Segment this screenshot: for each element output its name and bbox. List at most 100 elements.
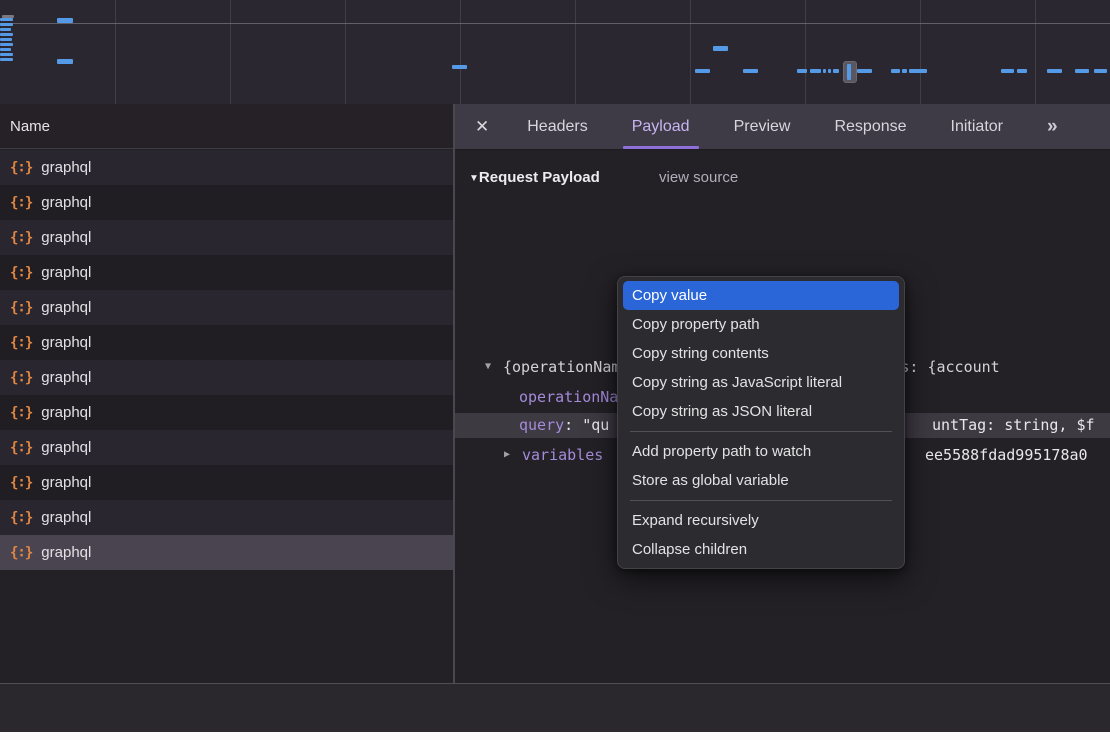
request-row[interactable]: {∶}graphql xyxy=(0,150,453,185)
request-row[interactable]: {∶} graphql xyxy=(0,430,453,465)
request-timing-bar xyxy=(797,69,807,73)
request-name-label: graphql xyxy=(41,264,91,281)
request-row[interactable]: {∶} graphql xyxy=(0,395,453,430)
close-icon[interactable]: ✕ xyxy=(475,117,489,137)
request-timing-bar xyxy=(0,48,11,51)
json-braces-icon: {∶} xyxy=(10,265,32,281)
menu-item-copy-string-contents[interactable]: Copy string contents xyxy=(618,339,904,368)
json-braces-icon: {∶} xyxy=(10,510,32,526)
request-timing-bar xyxy=(0,43,13,46)
expander-right-icon[interactable]: ▶ xyxy=(504,443,510,467)
request-timing-bar xyxy=(1017,69,1027,73)
request-timing-bar xyxy=(833,69,839,73)
menu-divider xyxy=(630,431,892,432)
request-timing-bar xyxy=(857,69,872,73)
json-braces-icon: {∶} xyxy=(10,370,32,386)
request-timing-bar xyxy=(810,69,821,73)
request-timing-bar xyxy=(0,58,13,61)
overview-gridline xyxy=(575,0,576,104)
request-timing-bar xyxy=(0,53,13,56)
view-source-link[interactable]: view source xyxy=(659,166,738,190)
request-timing-bar xyxy=(909,69,927,73)
property-value-start: "qu xyxy=(582,416,609,434)
tab-response[interactable]: Response xyxy=(834,104,906,149)
request-payload-heading[interactable]: ▼Request Payload xyxy=(469,166,600,191)
request-name-label: graphql xyxy=(41,299,91,316)
request-name-label: graphql xyxy=(41,509,91,526)
overview-gridline xyxy=(460,0,461,104)
json-braces-icon: {∶} xyxy=(10,230,32,246)
request-name-label: graphql xyxy=(41,194,91,211)
request-timing-bar xyxy=(1075,69,1089,73)
overview-gridline xyxy=(345,0,346,104)
overview-gridline xyxy=(690,0,691,104)
screenshot-bottom-edge xyxy=(0,732,1110,740)
request-row[interactable]: {∶} graphql xyxy=(0,220,453,255)
request-row[interactable]: {∶} graphql xyxy=(0,465,453,500)
tab-headers[interactable]: Headers xyxy=(527,104,587,149)
request-row[interactable]: {∶} graphql xyxy=(0,535,453,570)
request-row[interactable]: {∶} graphql xyxy=(0,185,453,220)
request-name-label: graphql xyxy=(41,229,91,246)
request-name-label: graphql xyxy=(41,334,91,351)
request-timing-bar xyxy=(0,18,13,21)
json-braces-icon: {∶} xyxy=(10,195,32,211)
menu-item-copy-string-as-javascript-literal[interactable]: Copy string as JavaScript literal xyxy=(618,368,904,397)
json-braces-icon: {∶} xyxy=(10,335,32,351)
devtools-network-panel: Name {∶} graphql {∶} graphql {∶} graphql {∶} gr… xyxy=(0,0,1110,740)
request-timing-bar xyxy=(695,69,710,73)
tab-initiator[interactable]: Initiator xyxy=(951,104,1003,149)
menu-item-copy-string-as-json-literal[interactable]: Copy string as JSON literal xyxy=(618,397,904,426)
tab-preview[interactable]: Preview xyxy=(734,104,791,149)
request-timing-bar xyxy=(0,23,13,26)
request-timing-bar xyxy=(828,69,831,73)
request-timing-bar xyxy=(823,69,826,73)
overflow-chevrons-icon[interactable]: » xyxy=(1047,116,1057,138)
selected-request-marker xyxy=(843,61,857,83)
request-name-label: graphql xyxy=(41,474,91,491)
request-name-label: graphql xyxy=(41,439,91,456)
menu-divider xyxy=(630,500,892,501)
overview-gridline xyxy=(1035,0,1036,104)
request-timing-bar xyxy=(57,18,73,23)
request-row[interactable]: {∶} graphql xyxy=(0,360,453,395)
json-braces-icon: {∶} xyxy=(10,475,32,491)
request-timing-bar xyxy=(0,28,11,31)
request-row[interactable]: {∶} graphql xyxy=(0,500,453,535)
overview-gridline xyxy=(920,0,921,104)
request-timing-bar xyxy=(713,46,728,51)
menu-item-collapse-children[interactable]: Collapse children xyxy=(618,535,904,564)
request-row[interactable]: {∶}graphql xyxy=(0,290,453,325)
menu-item-copy-value[interactable]: Copy value xyxy=(623,281,899,310)
property-key: query xyxy=(519,416,564,434)
menu-item-copy-property-path[interactable]: Copy property path xyxy=(618,310,904,339)
request-timing-bar xyxy=(0,38,12,41)
json-braces-icon: {∶} xyxy=(10,440,32,456)
menu-item-expand-recursively[interactable]: Expand recursively xyxy=(618,506,904,535)
json-braces-icon: {∶} xyxy=(10,160,32,176)
name-column-label: Name xyxy=(10,118,50,135)
request-name-label: graphql xyxy=(41,369,91,386)
network-overview-waterfall[interactable] xyxy=(0,0,1110,105)
section-expander-icon[interactable]: ▼ xyxy=(469,173,479,184)
request-timing-bar xyxy=(57,59,73,64)
variables-value-fragment: ee5588fdad995178a0 xyxy=(925,443,1088,467)
request-name-label: graphql xyxy=(41,404,91,421)
detail-tab-bar: ✕ Headers Payload Preview Response Initiator… xyxy=(455,104,1110,150)
expander-down-icon[interactable]: ▼ xyxy=(485,355,491,379)
request-row[interactable]: {∶} graphql xyxy=(0,325,453,360)
name-column-header[interactable]: Name xyxy=(0,104,453,149)
menu-item-add-property-path-to-watch[interactable]: Add property path to watch xyxy=(618,437,904,466)
context-menu: Copy valueCopy property pathCopy string … xyxy=(617,276,905,569)
status-bar xyxy=(0,684,1110,732)
request-timing-bar xyxy=(452,65,467,69)
json-braces-icon: {∶} xyxy=(10,545,32,561)
tab-payload[interactable]: Payload xyxy=(632,104,690,149)
json-braces-icon: {∶} xyxy=(10,405,32,421)
request-row[interactable]: {∶} graphql xyxy=(0,255,453,290)
request-name-label: graphql xyxy=(41,544,91,561)
request-timing-bar xyxy=(743,69,758,73)
menu-item-store-as-global-variable[interactable]: Store as global variable xyxy=(618,466,904,495)
query-value-fragment: untTag: string, $f xyxy=(932,413,1095,438)
property-key: variables xyxy=(522,443,603,467)
